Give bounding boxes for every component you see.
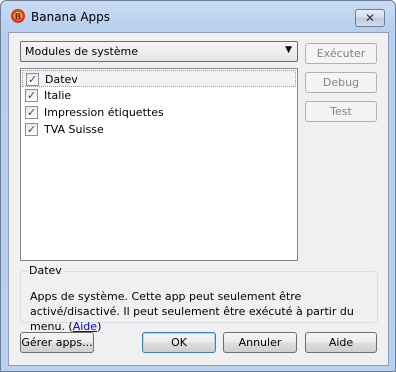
details-title: Datev	[27, 264, 64, 277]
list-item-label: Datev	[45, 73, 78, 86]
details-description: Apps de système. Cette app peut seulemen…	[30, 289, 380, 334]
ok-button[interactable]: OK	[142, 332, 216, 353]
chevron-down-icon: ▼	[285, 45, 292, 55]
window-title: Banana Apps	[31, 10, 111, 24]
module-select-value: Modules de système	[25, 45, 139, 58]
checkmark-icon: ✓	[26, 123, 37, 136]
svg-text:B: B	[15, 13, 22, 23]
checkmark-icon: ✓	[26, 89, 37, 102]
list-item-label: Impression étiquettes	[44, 106, 164, 119]
list-item[interactable]: ✓ Italie	[22, 87, 296, 104]
description-text-end: )	[97, 320, 102, 333]
dialog-window: B Banana Apps ✕ Modules de système ▼ Exé…	[0, 0, 396, 372]
cancel-button[interactable]: Annuler	[223, 332, 297, 353]
list-item-label: Italie	[44, 89, 72, 102]
test-button[interactable]: Test	[305, 101, 377, 122]
execute-button[interactable]: Exécuter	[305, 43, 377, 64]
help-button[interactable]: Aide	[305, 332, 377, 353]
list-item[interactable]: ✓ Datev	[22, 70, 296, 87]
checkbox[interactable]: ✓	[25, 123, 38, 136]
module-select[interactable]: Modules de système ▼	[20, 41, 298, 62]
checkbox[interactable]: ✓	[25, 106, 38, 119]
list-item[interactable]: ✓ Impression étiquettes	[22, 104, 296, 121]
apps-list[interactable]: ✓ Datev ✓ Italie ✓ Impression étiquettes…	[20, 68, 298, 261]
manage-apps-button[interactable]: Gérer apps...	[20, 332, 94, 353]
checkmark-icon: ✓	[27, 73, 38, 86]
checkbox[interactable]: ✓	[25, 89, 38, 102]
close-icon: ✕	[364, 11, 376, 25]
list-item[interactable]: ✓ TVA Suisse	[22, 121, 296, 138]
title-bar[interactable]: B Banana Apps ✕	[1, 1, 395, 31]
list-item-label: TVA Suisse	[44, 123, 104, 136]
banana-apps-icon: B	[11, 9, 25, 23]
debug-button[interactable]: Debug	[305, 72, 377, 93]
checkmark-icon: ✓	[26, 106, 37, 119]
checkbox[interactable]: ✓	[26, 73, 39, 86]
details-group: Datev Apps de système. Cette app peut se…	[20, 264, 378, 333]
dialog-body: Modules de système ▼ Exécuter Debug Test…	[8, 32, 389, 366]
close-button[interactable]: ✕	[355, 9, 385, 27]
